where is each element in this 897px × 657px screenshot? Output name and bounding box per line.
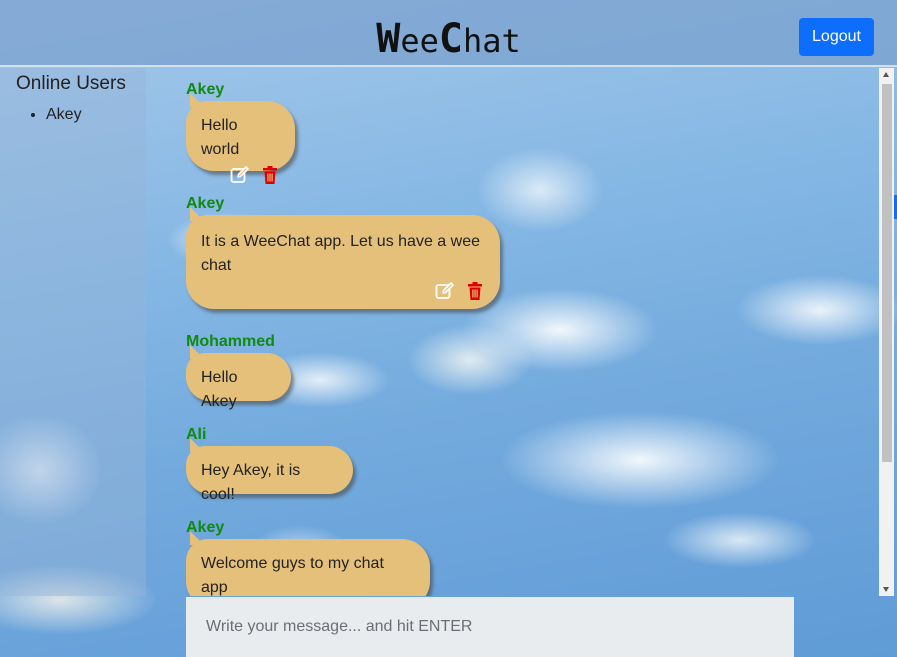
message-item: Mohammed Hello Akey xyxy=(186,333,291,410)
message-text: It is a WeeChat app. Let us have a wee c… xyxy=(201,233,480,274)
edit-icon[interactable] xyxy=(230,165,250,185)
scroll-down-icon[interactable] xyxy=(883,587,889,592)
background-area xyxy=(0,596,186,657)
message-text: Hello Akey xyxy=(201,369,238,410)
message-bubble: Hello world xyxy=(186,93,295,184)
message-bubble: It is a WeeChat app. Let us have a wee c… xyxy=(186,207,500,309)
online-users-list: Akey xyxy=(46,106,82,124)
message-actions xyxy=(201,165,280,187)
scrollbar-thumb[interactable] xyxy=(882,84,892,462)
message-bubble: Hello Akey xyxy=(186,345,291,410)
message-bubble: Welcome guys to my chat app xyxy=(186,531,430,596)
message-list: Akey Hello world Akey It is a WeeChat ap… xyxy=(146,68,879,596)
online-users-panel: Online Users Akey xyxy=(0,68,146,596)
message-bubble: Hey Akey, it is cool! xyxy=(186,438,353,503)
online-user-item: Akey xyxy=(46,106,82,124)
brand-hat: hat xyxy=(462,22,521,60)
message-sender: Ali xyxy=(186,426,207,443)
brand-w: W xyxy=(376,16,401,62)
brand-ee: ee xyxy=(400,22,439,60)
trash-icon[interactable] xyxy=(465,281,485,301)
scroll-up-icon[interactable] xyxy=(883,72,889,77)
message-text: Hello world xyxy=(201,117,240,158)
logout-button[interactable]: Logout xyxy=(799,18,874,56)
message-text: Welcome guys to my chat app xyxy=(201,555,384,596)
message-item: Ali Hey Akey, it is cool! xyxy=(186,426,353,503)
brand-c: C xyxy=(438,16,463,62)
message-input[interactable] xyxy=(186,597,794,657)
message-item: Akey It is a WeeChat app. Let us have a … xyxy=(186,195,500,309)
message-actions xyxy=(201,281,485,303)
message-item: Akey Hello world xyxy=(186,81,295,184)
online-users-title: Online Users xyxy=(16,73,126,94)
trash-icon[interactable] xyxy=(260,165,280,185)
app-header: WeeChat Logout xyxy=(0,0,897,67)
message-sender: Akey xyxy=(186,519,225,536)
edit-icon[interactable] xyxy=(435,281,455,301)
message-item: Akey Welcome guys to my chat app xyxy=(186,519,430,596)
message-text: Hey Akey, it is cool! xyxy=(201,462,301,503)
message-sender: Akey xyxy=(186,195,225,212)
message-scrollbar[interactable] xyxy=(879,68,894,596)
app-title: WeeChat xyxy=(0,16,897,62)
